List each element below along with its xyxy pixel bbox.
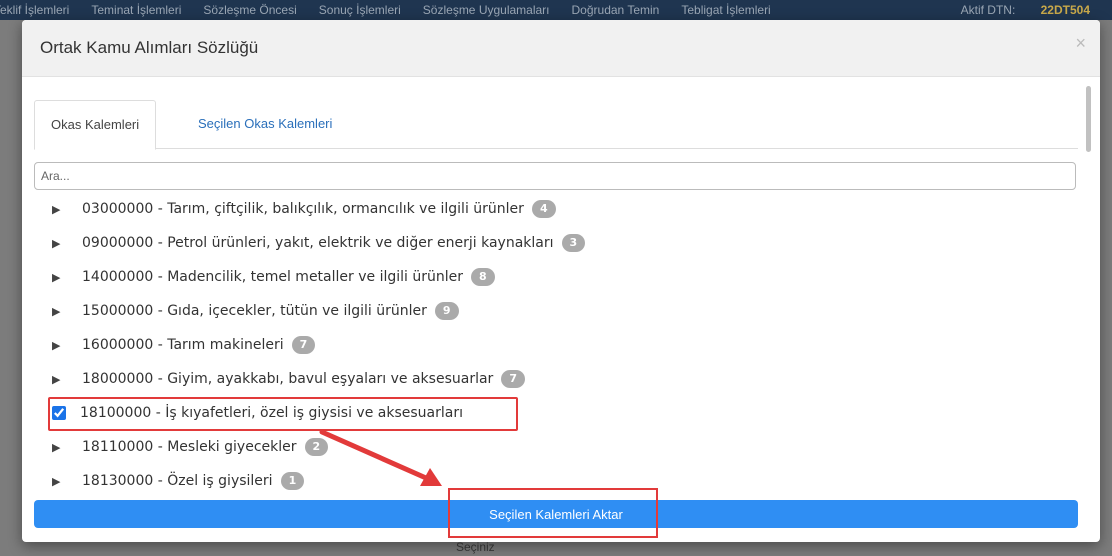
nav-item: Doğrudan Temin — [571, 3, 660, 17]
dtn-indicator: Aktif DTN: 22DT504 — [961, 3, 1090, 17]
background-bottom: Seçiniz — [0, 540, 1112, 556]
annotation-arrow-icon — [319, 429, 442, 486]
nav-item: Tebligat İşlemleri — [681, 3, 771, 17]
bg-select: Seçiniz — [456, 540, 495, 554]
dtn-value: 22DT504 — [1040, 3, 1090, 17]
nav-item: Sonuç İşlemleri — [318, 3, 401, 17]
nav-item: Sözleşme Öncesi — [203, 3, 297, 17]
okas-modal: Ortak Kamu Alımları Sözlüğü × Okas Kalem… — [22, 20, 1100, 542]
dtn-label: Aktif DTN: — [960, 3, 1016, 17]
nav-item: Teklif İşlemleri — [0, 3, 70, 17]
nav-item: Sözleşme Uygulamaları — [422, 3, 550, 17]
nav-item: Teminat İşlemleri — [91, 3, 182, 17]
background-nav: Teklif İşlemleri Teminat İşlemleri Sözle… — [0, 0, 1112, 20]
